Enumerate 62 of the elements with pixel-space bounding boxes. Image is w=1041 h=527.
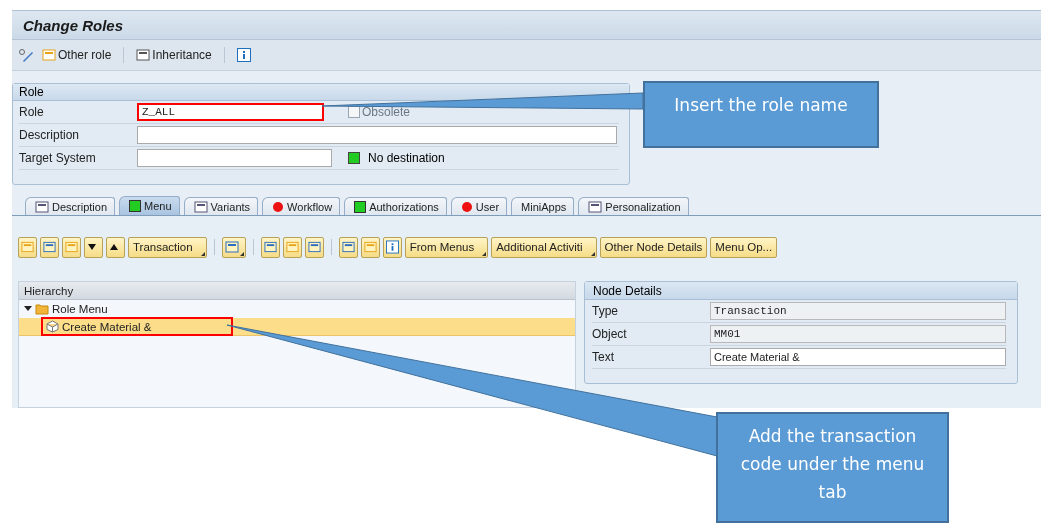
callout-box: Add the transaction code under the menu tab [716, 412, 949, 523]
toolbar-button[interactable]: Other role [40, 48, 114, 62]
tab[interactable]: Description [25, 197, 116, 215]
tab[interactable]: Workflow [262, 197, 341, 215]
tab[interactable]: Authorizations [344, 197, 447, 215]
tab[interactable]: User [450, 197, 508, 215]
group-title: Role [13, 84, 629, 101]
toolbar-button[interactable]: Additional Activiti [491, 236, 597, 258]
document-icon [341, 240, 355, 254]
field-label: Object [592, 327, 628, 341]
document-icon [263, 240, 277, 254]
down-arrow-icon [87, 243, 97, 251]
toolbar-button[interactable]: Inheritance [134, 48, 214, 62]
toolbar-button[interactable]: Menu Op... [710, 236, 778, 258]
toolbar-button[interactable]: Transaction [128, 236, 207, 258]
toolbar-button[interactable]: Other Node Details [599, 236, 708, 258]
info-icon [236, 48, 251, 62]
panel-title: Hierarchy [19, 282, 575, 300]
info-icon [385, 240, 399, 254]
text-field[interactable]: Z_ALL [137, 103, 324, 121]
cube-icon [46, 320, 59, 333]
text-field[interactable] [137, 149, 332, 167]
document-icon [224, 240, 239, 254]
text-field[interactable]: MM01 [710, 325, 1006, 343]
field-label: Type [592, 304, 619, 318]
text-field[interactable]: Transaction [710, 302, 1006, 320]
document-icon [21, 240, 34, 254]
tab[interactable]: Personalization [578, 197, 689, 215]
status-text: No destination [368, 151, 445, 165]
document-icon [307, 240, 321, 254]
up-arrow-icon [109, 243, 119, 251]
panel-title: Node Details [585, 282, 1017, 300]
field-label: Description [19, 128, 81, 142]
document-icon [42, 48, 56, 62]
document-icon [65, 240, 78, 254]
expanded-icon[interactable] [24, 304, 32, 313]
window-title: Change Roles [12, 10, 1041, 40]
tab[interactable]: Menu [119, 196, 180, 215]
document-icon [136, 48, 151, 62]
toolbar-button[interactable]: From Menus [404, 236, 489, 258]
toolbar-icon-button[interactable] [84, 236, 103, 258]
tree-item[interactable]: Role Menu [19, 300, 575, 318]
document-icon [35, 199, 49, 214]
document-icon [363, 240, 377, 254]
document-icon [43, 240, 56, 254]
pencil-icon[interactable] [18, 48, 34, 62]
toolbar-icon-button[interactable] [106, 236, 125, 258]
text-field[interactable] [137, 126, 617, 144]
document-icon [193, 199, 208, 214]
tab[interactable]: Variants [183, 197, 259, 215]
document-icon [285, 240, 299, 254]
field-label: Text [592, 350, 615, 364]
tree-item[interactable]: Create Material & [19, 318, 575, 336]
callout-box: Insert the role name [643, 81, 879, 148]
field-label: Target System [19, 151, 97, 165]
info-button[interactable] [234, 48, 253, 62]
document-icon [588, 199, 603, 214]
tab[interactable]: MiniApps [511, 197, 575, 215]
checkbox-label: Obsolete [362, 105, 411, 119]
field-label: Role [19, 105, 45, 119]
text-field[interactable]: Create Material & [710, 348, 1006, 366]
folder-icon [35, 302, 49, 315]
